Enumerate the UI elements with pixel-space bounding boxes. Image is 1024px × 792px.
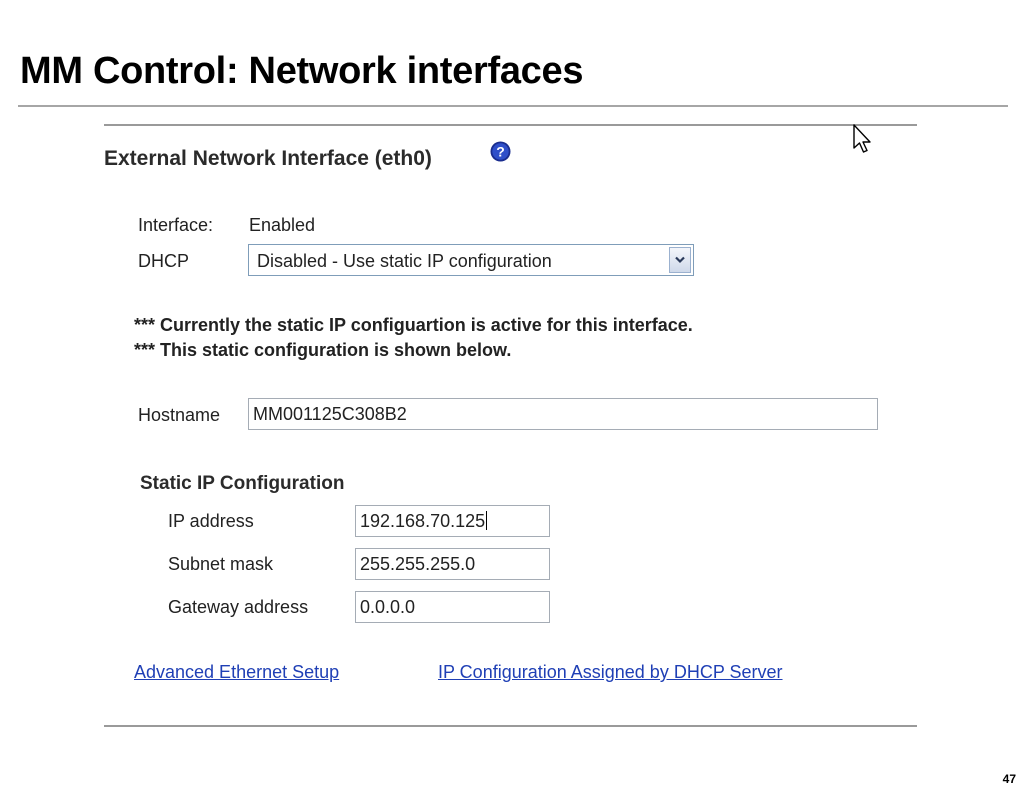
slide: MM Control: Network interfaces External … xyxy=(0,0,1024,792)
gateway-address-value: 0.0.0.0 xyxy=(360,597,416,617)
note-line-1: *** Currently the static IP configuartio… xyxy=(134,315,693,335)
text-caret xyxy=(486,511,488,530)
hostname-value: MM001125C308B2 xyxy=(253,404,407,424)
advanced-ethernet-setup-link[interactable]: Advanced Ethernet Setup xyxy=(134,662,339,683)
slide-title: MM Control: Network interfaces xyxy=(20,50,584,92)
section-heading: External Network Interface (eth0) xyxy=(104,147,432,170)
dhcp-assigned-config-link[interactable]: IP Configuration Assigned by DHCP Server xyxy=(438,662,783,683)
interface-status-value: Enabled xyxy=(249,215,316,235)
title-divider xyxy=(18,105,1008,107)
interface-label: Interface: xyxy=(138,215,214,235)
gateway-address-input[interactable]: 0.0.0.0 xyxy=(355,591,550,623)
subnet-mask-value: 255.255.255.0 xyxy=(360,554,476,574)
help-question-icon[interactable]: ? xyxy=(490,141,511,162)
gateway-address-label: Gateway address xyxy=(168,597,309,617)
static-ip-heading: Static IP Configuration xyxy=(140,473,345,494)
ip-address-label: IP address xyxy=(168,511,254,531)
dhcp-select[interactable]: Disabled - Use static IP configuration xyxy=(248,244,694,276)
subnet-mask-label: Subnet mask xyxy=(168,554,274,574)
ip-address-value: 192.168.70.125 xyxy=(360,511,486,531)
ip-address-input[interactable]: 192.168.70.125 xyxy=(355,505,550,537)
panel-top-divider xyxy=(104,124,917,126)
dhcp-selected-value: Disabled - Use static IP configuration xyxy=(257,251,552,271)
panel-bottom-divider xyxy=(104,725,917,727)
page-number: 47 xyxy=(1002,772,1016,786)
subnet-mask-input[interactable]: 255.255.255.0 xyxy=(355,548,550,580)
mouse-pointer-icon xyxy=(853,124,871,153)
svg-text:?: ? xyxy=(496,144,505,160)
chevron-down-icon[interactable] xyxy=(669,247,691,273)
note-line-2: *** This static configuration is shown b… xyxy=(134,340,512,360)
dhcp-label: DHCP xyxy=(138,251,190,271)
hostname-label: Hostname xyxy=(138,405,221,425)
hostname-input[interactable]: MM001125C308B2 xyxy=(248,398,878,430)
